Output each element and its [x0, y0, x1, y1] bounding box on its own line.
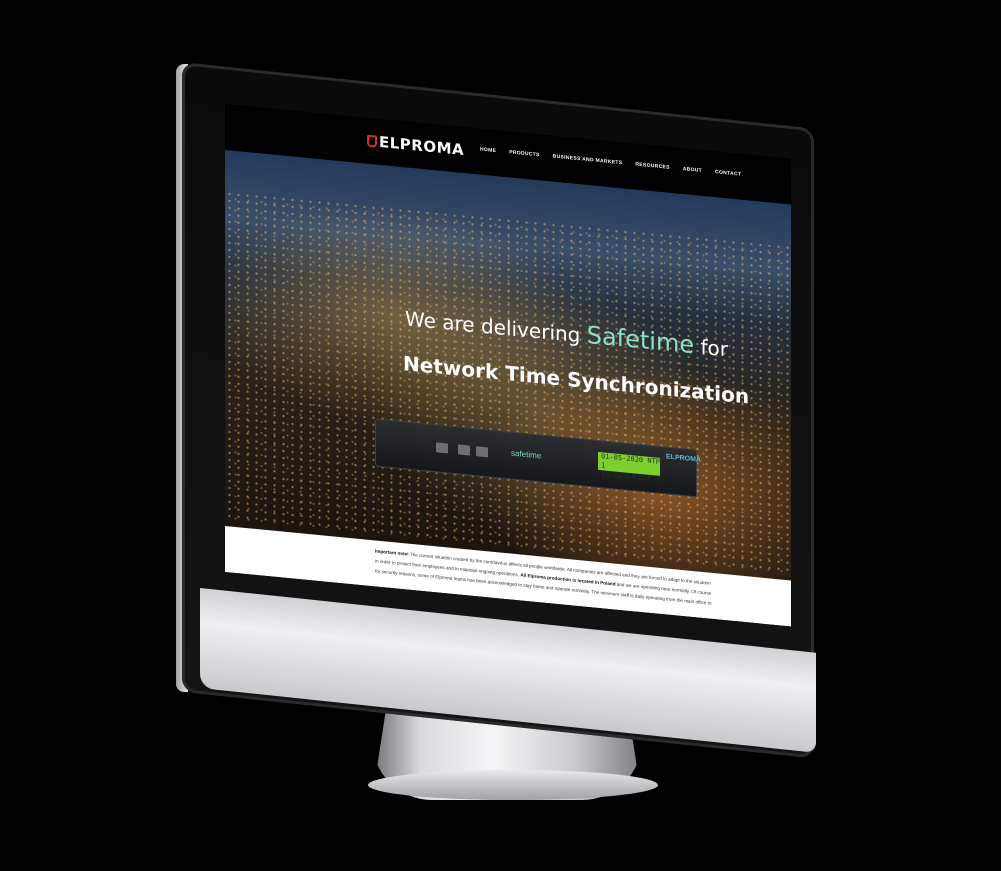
nav-about[interactable]: ABOUT — [683, 166, 702, 174]
logo-shield-icon — [367, 134, 377, 148]
device-lcd: 01-05-2020 NTP 1 13:46:44 DCF 1 — [598, 451, 660, 484]
website-screen: ELPROMA HOME PRODUCTS BUSINESS AND MARKE… — [225, 104, 791, 627]
nav-business-and-markets[interactable]: BUSINESS AND MARKETS — [553, 154, 623, 167]
nav-contact[interactable]: CONTACT — [715, 169, 741, 178]
device-logo: ELPROMA — [666, 453, 701, 464]
nav-products[interactable]: PRODUCTS — [509, 149, 539, 158]
monitor-stand-base — [368, 770, 658, 800]
nav-home[interactable]: HOME — [480, 147, 496, 155]
device-port — [458, 444, 470, 456]
logo-text: ELPROMA — [379, 132, 465, 160]
hero-banner: We are delivering Safetime for Network T… — [225, 150, 791, 581]
main-menu: HOME PRODUCTS BUSINESS AND MARKETS RESOU… — [480, 147, 741, 178]
nav-resources[interactable]: RESOURCES — [635, 162, 669, 171]
device-brand: safetime — [511, 448, 542, 461]
notice-label: Important note! — [375, 548, 409, 557]
device-port — [476, 446, 488, 458]
hero-suffix: for — [700, 334, 728, 362]
device-port — [436, 442, 448, 454]
elproma-logo[interactable]: ELPROMA — [367, 132, 464, 159]
monitor: ELPROMA HOME PRODUCTS BUSINESS AND MARKE… — [0, 0, 1001, 871]
